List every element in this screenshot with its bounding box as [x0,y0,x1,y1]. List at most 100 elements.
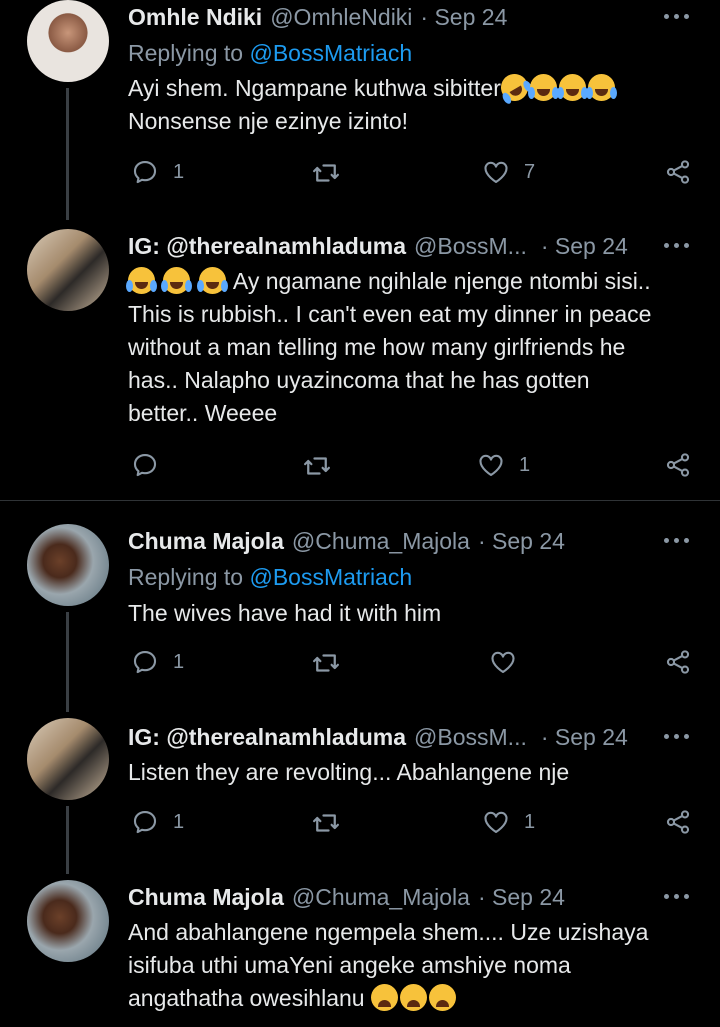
tweet-3[interactable]: Chuma Majola @Chuma_Majola · Sep 24 Repl… [0,500,720,712]
share-icon [664,648,692,676]
sob-emoji [399,984,427,1011]
reply-button[interactable]: 1 [131,808,184,836]
tweet-text: Ay ngamane ngihlale njenge ntombi sisi..… [126,265,688,430]
tweet-line: Nonsense nje ezinye izinto! [128,108,408,134]
heart-icon [482,808,510,836]
tweet-actions: 1 [0,451,720,485]
heart-icon [482,158,510,186]
like-count: 1 [524,810,536,833]
rofl-emoji [495,69,533,106]
joy-emoji [527,74,559,101]
more-options-icon[interactable] [662,884,692,908]
avatar[interactable] [27,229,109,311]
reply-count: 1 [173,160,185,183]
joy-emoji [196,267,228,294]
more-options-icon[interactable] [662,233,692,257]
tweet-line: The wives have had it with him [128,600,442,626]
tweet-header: Chuma Majola @Chuma_Majola · Sep 24 [128,528,565,555]
retweet-button[interactable] [311,158,341,188]
tweet-line: And abahlangene ngempela shem.... Uze uz… [128,919,649,945]
tweet-actions: 1 7 [0,158,720,192]
display-name[interactable]: IG: @therealnamhladuma [128,233,406,260]
more-options-icon[interactable] [662,724,692,748]
joy-emoji [161,267,193,294]
display-name[interactable]: Omhle Ndiki [128,4,262,31]
share-button[interactable] [664,648,692,676]
reply-button[interactable]: 1 [131,158,184,186]
tweet-line: better.. Weeee [128,400,278,426]
retweet-icon [311,808,341,838]
share-button[interactable] [664,158,692,186]
tweet-header: Chuma Majola @Chuma_Majola · Sep 24 [128,884,565,911]
tweet-line: without a man telling me how many girlfr… [128,334,626,360]
tweet-line: has.. Nalapho uyazincoma that he has got… [128,367,590,393]
display-name[interactable]: IG: @therealnamhladuma [128,724,406,751]
joy-emoji [585,74,617,101]
like-button[interactable]: 1 [482,808,535,836]
share-icon [664,451,692,479]
avatar[interactable] [27,880,109,962]
display-name[interactable]: Chuma Majola [128,528,284,555]
tweet-header: IG: @therealnamhladuma @BossM... · Sep 2… [128,233,628,260]
timestamp[interactable]: · Sep 24 [478,884,565,911]
share-button[interactable] [664,808,692,836]
like-button[interactable]: 1 [477,451,530,479]
retweet-button[interactable] [311,648,341,678]
joy-emoji [126,267,157,294]
replying-prefix: Replying to [128,40,244,66]
tweet-actions: 1 1 [0,808,720,842]
retweet-button[interactable] [302,451,332,481]
tweet-1[interactable]: Omhle Ndiki @OmhleNdiki · Sep 24 Replyin… [0,0,720,225]
thread-line [66,88,69,220]
joy-emoji [556,74,588,101]
tweet-header: Omhle Ndiki @OmhleNdiki · Sep 24 [128,4,507,31]
like-button[interactable]: 7 [482,158,535,186]
tweet-line: isifuba uthi umaYeni angeke amshiye noma [128,952,571,978]
reply-button[interactable]: 1 [131,648,184,676]
avatar[interactable] [27,0,109,82]
tweet-2[interactable]: IG: @therealnamhladuma @BossM... · Sep 2… [0,225,720,500]
like-count: 1 [519,453,531,476]
replying-to: Replying to @BossMatriach [128,564,412,591]
display-name[interactable]: Chuma Majola [128,884,284,911]
handle[interactable]: @OmhleNdiki [270,4,412,31]
replying-prefix: Replying to [128,564,244,590]
replying-handle-link[interactable]: @BossMatriach [249,564,412,590]
handle[interactable]: @BossM... [414,233,527,260]
tweet-line: Ay ngamane ngihlale njenge ntombi sisi.. [232,268,651,294]
sob-emoji [428,984,456,1011]
tweet-line: Listen they are revolting... Abahlangene… [128,759,570,785]
tweet-text: The wives have had it with him [128,597,688,630]
more-options-icon[interactable] [662,528,692,552]
more-options-icon[interactable] [662,4,692,28]
handle[interactable]: @BossM... [414,724,527,751]
tweet-line: angathatha owesihlanu [128,985,365,1011]
reply-button[interactable] [131,451,159,479]
retweet-button[interactable] [311,808,341,838]
tweet-text: And abahlangene ngempela shem.... Uze uz… [128,916,688,1015]
reply-icon [131,158,159,186]
timestamp[interactable]: · Sep 24 [541,724,628,751]
tweet-actions: 1 [0,648,720,682]
reply-count: 1 [173,650,185,673]
timestamp[interactable]: · Sep 24 [420,4,507,31]
replying-handle-link[interactable]: @BossMatriach [249,40,412,66]
tweet-line: This is rubbish.. I can't even eat my di… [128,301,652,327]
avatar[interactable] [27,718,109,800]
handle[interactable]: @Chuma_Majola [292,884,470,911]
sob-emoji [370,984,398,1011]
reply-icon [131,451,159,479]
timestamp[interactable]: · Sep 24 [478,528,565,555]
timestamp[interactable]: · Sep 24 [541,233,628,260]
tweet-5[interactable]: Chuma Majola @Chuma_Majola · Sep 24 And … [0,870,720,1027]
retweet-icon [311,158,341,188]
tweet-4[interactable]: IG: @therealnamhladuma @BossM... · Sep 2… [0,710,720,874]
like-button[interactable] [489,648,517,676]
avatar[interactable] [27,524,109,606]
like-count: 7 [524,160,536,183]
replying-to: Replying to @BossMatriach [128,40,412,67]
reply-icon [131,648,159,676]
retweet-icon [311,648,341,678]
share-button[interactable] [664,451,692,479]
handle[interactable]: @Chuma_Majola [292,528,470,555]
